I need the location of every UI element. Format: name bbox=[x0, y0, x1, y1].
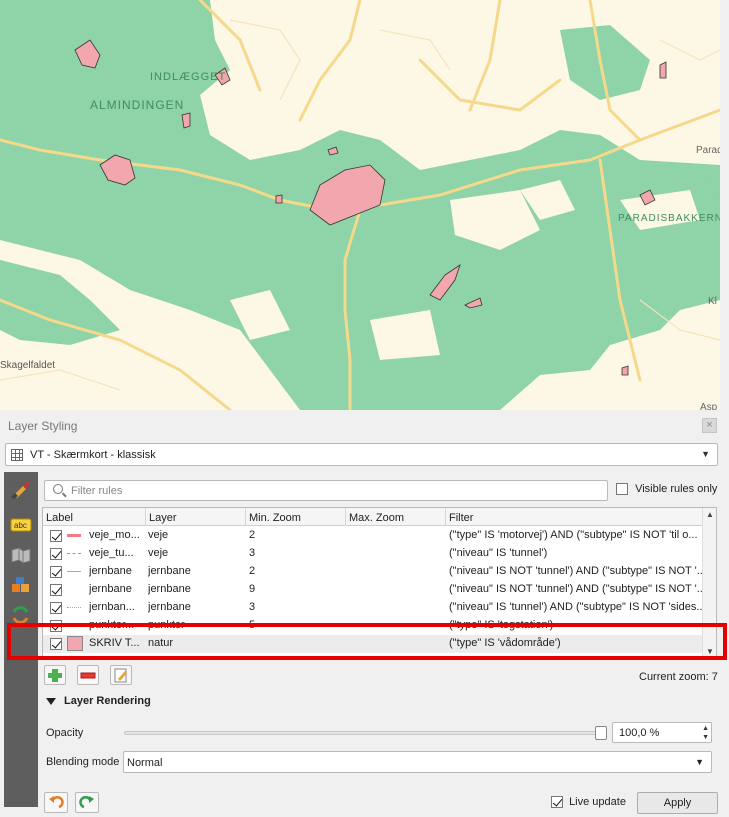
table-row[interactable]: jernban... jernbane 3 ("niveau" IS 'tunn… bbox=[43, 599, 703, 617]
redo-button[interactable] bbox=[75, 792, 99, 813]
highlight-box bbox=[7, 623, 727, 660]
column-header-min-zoom[interactable]: Min. Zoom bbox=[246, 508, 346, 526]
visible-rules-only-label: Visible rules only bbox=[635, 483, 718, 495]
chevron-down-icon: ▼ bbox=[701, 449, 710, 459]
live-update-checkbox[interactable]: Live update bbox=[551, 796, 626, 809]
map-label-paradisbakkerne: PARADISBAKKERNE bbox=[618, 213, 720, 224]
opacity-slider[interactable] bbox=[124, 731, 604, 735]
row-layer: veje bbox=[148, 547, 169, 559]
visible-rules-only-checkbox[interactable]: Visible rules only bbox=[616, 483, 718, 496]
row-checkbox[interactable] bbox=[50, 548, 62, 560]
dashed-line-symbol-icon bbox=[67, 553, 81, 554]
layer-rendering-header[interactable]: Layer Rendering bbox=[46, 695, 151, 707]
search-icon bbox=[53, 484, 63, 494]
checkbox-icon bbox=[616, 483, 628, 496]
line-symbol-icon bbox=[67, 571, 81, 572]
svg-text:abc: abc bbox=[14, 521, 27, 530]
undo-button[interactable] bbox=[44, 792, 68, 813]
scroll-up-icon[interactable]: ▲ bbox=[706, 510, 714, 519]
map-label-indlaegget: INDLÆGGET bbox=[150, 71, 226, 83]
row-layer: jernbane bbox=[148, 565, 191, 577]
row-layer: jernbane bbox=[148, 601, 191, 613]
blending-mode-select[interactable]: Normal ▼ bbox=[123, 751, 712, 773]
add-rule-button[interactable] bbox=[44, 665, 66, 685]
opacity-value: 100,0 % bbox=[619, 727, 660, 739]
spin-down-icon[interactable]: ▼ bbox=[702, 734, 709, 741]
row-label: jernbane bbox=[89, 565, 132, 577]
row-filter: ("niveau" IS NOT 'tunnel') AND ("subtype… bbox=[449, 565, 703, 577]
row-checkbox[interactable] bbox=[50, 602, 62, 614]
row-filter: ("type" IS 'motorvej') AND ("subtype" IS… bbox=[449, 529, 698, 541]
table-row[interactable]: veje_mo... veje 2 ("type" IS 'motorvej')… bbox=[43, 527, 703, 545]
map-canvas[interactable]: INDLÆGGET ALMINDINGEN PARADISBAKKERNE Pa… bbox=[0, 0, 720, 410]
row-min-zoom: 3 bbox=[249, 601, 256, 613]
opacity-spinbox[interactable]: 100,0 % ▲ ▼ bbox=[612, 722, 712, 743]
live-update-label: Live update bbox=[569, 796, 626, 808]
vector-tile-icon bbox=[11, 449, 23, 461]
edit-rule-button[interactable] bbox=[110, 665, 132, 685]
row-label: jernbane bbox=[89, 583, 132, 595]
paint-brush-icon[interactable] bbox=[9, 478, 33, 500]
apply-button[interactable]: Apply bbox=[637, 792, 718, 814]
row-checkbox[interactable] bbox=[50, 530, 62, 542]
layer-styling-panel: Layer Styling × VT - Skærmkort - klassis… bbox=[0, 410, 729, 817]
dotted-line-symbol-icon bbox=[67, 607, 81, 608]
row-min-zoom: 9 bbox=[249, 583, 256, 595]
row-label: veje_tu... bbox=[89, 547, 134, 559]
filter-placeholder: Filter rules bbox=[71, 485, 123, 497]
column-header-label[interactable]: Label bbox=[43, 508, 146, 526]
wetland-area bbox=[275, 194, 283, 204]
layer-combo-value: VT - Skærmkort - klassisk bbox=[30, 449, 156, 461]
opacity-slider-handle[interactable] bbox=[595, 726, 607, 740]
row-label: jernban... bbox=[89, 601, 135, 613]
map-render: INDLÆGGET ALMINDINGEN PARADISBAKKERNE Pa… bbox=[0, 0, 720, 410]
chevron-down-icon: ▼ bbox=[695, 757, 704, 767]
filter-rules-input[interactable]: Filter rules bbox=[44, 480, 608, 501]
remove-rule-button[interactable] bbox=[77, 665, 99, 685]
table-row[interactable]: jernbane jernbane 9 ("niveau" IS NOT 'tu… bbox=[43, 581, 703, 599]
table-header: Label Layer Min. Zoom Max. Zoom Filter bbox=[43, 508, 703, 526]
labels-abc-icon[interactable]: abc bbox=[9, 514, 33, 536]
line-symbol-icon bbox=[67, 534, 81, 537]
row-layer: jernbane bbox=[148, 583, 191, 595]
row-checkbox[interactable] bbox=[50, 584, 62, 596]
row-layer: veje bbox=[148, 529, 169, 541]
wetland-area bbox=[659, 61, 667, 79]
blending-mode-label: Blending mode bbox=[46, 756, 120, 768]
row-min-zoom: 3 bbox=[249, 547, 256, 559]
layer-rendering-title: Layer Rendering bbox=[64, 695, 151, 707]
checkbox-icon bbox=[551, 796, 563, 809]
map-label-skagelfaldet: Skagelfaldet bbox=[0, 360, 55, 371]
map-label-kl: Kl bbox=[708, 296, 717, 307]
row-checkbox[interactable] bbox=[50, 566, 62, 578]
3d-blocks-icon[interactable] bbox=[9, 574, 33, 596]
mask-icon[interactable] bbox=[9, 544, 33, 566]
close-button[interactable]: × bbox=[702, 418, 717, 433]
current-zoom-label: Current zoom: 7 bbox=[639, 671, 718, 683]
panel-title: Layer Styling bbox=[0, 410, 729, 438]
table-row[interactable]: jernbane jernbane 2 ("niveau" IS NOT 'tu… bbox=[43, 563, 703, 581]
row-filter: ("niveau" IS NOT 'tunnel') AND ("subtype… bbox=[449, 583, 703, 595]
blending-mode-value: Normal bbox=[127, 757, 163, 769]
column-header-filter[interactable]: Filter bbox=[446, 508, 703, 526]
opacity-label: Opacity bbox=[46, 727, 84, 739]
row-label: veje_mo... bbox=[89, 529, 140, 541]
row-filter: ("niveau" IS 'tunnel') AND ("subtype" IS… bbox=[449, 601, 703, 613]
map-label-almindingen: ALMINDINGEN bbox=[90, 98, 184, 112]
column-header-max-zoom[interactable]: Max. Zoom bbox=[346, 508, 446, 526]
column-header-layer[interactable]: Layer bbox=[146, 508, 246, 526]
map-label-asp: Asp bbox=[700, 402, 718, 410]
row-min-zoom: 2 bbox=[249, 565, 256, 577]
spin-up-icon[interactable]: ▲ bbox=[702, 725, 709, 732]
collapse-triangle-icon bbox=[46, 697, 56, 705]
map-label-parad: Parad bbox=[696, 145, 720, 156]
table-row[interactable]: veje_tu... veje 3 ("niveau" IS 'tunnel') bbox=[43, 545, 703, 563]
row-filter: ("niveau" IS 'tunnel') bbox=[449, 547, 548, 559]
layer-combo[interactable]: VT - Skærmkort - klassisk ▼ bbox=[5, 443, 718, 466]
wetland-area bbox=[621, 365, 629, 376]
row-min-zoom: 2 bbox=[249, 529, 256, 541]
